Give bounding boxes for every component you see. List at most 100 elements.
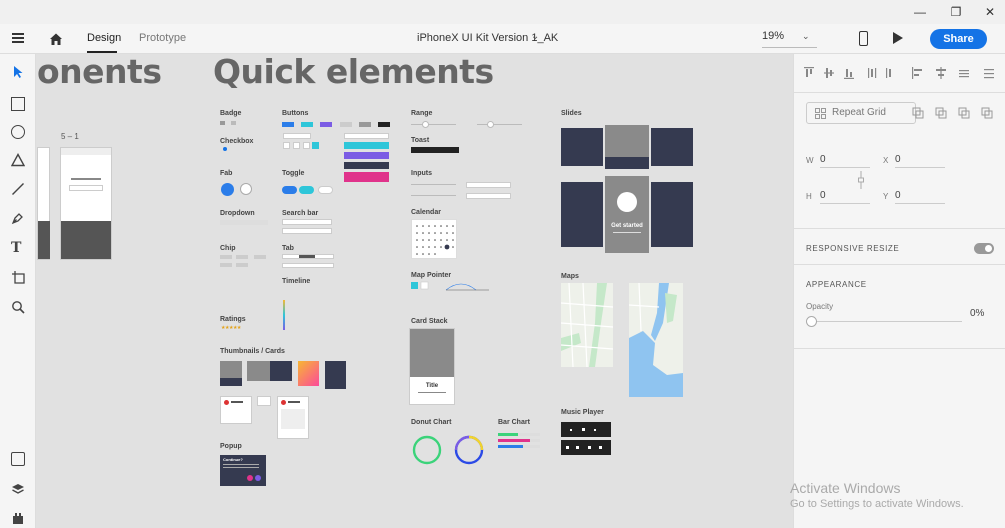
rectangle-tool-icon[interactable] bbox=[11, 97, 25, 111]
slide-get-started: Get started bbox=[611, 223, 643, 229]
pink-button bbox=[344, 175, 389, 182]
zoom-chevron-down-icon[interactable]: ⌄ bbox=[802, 31, 810, 42]
section-range: Range bbox=[411, 110, 433, 117]
range-track bbox=[411, 124, 456, 125]
slide-card-active[interactable]: Get started bbox=[605, 176, 649, 253]
line-tool-icon[interactable] bbox=[11, 182, 25, 196]
polygon-tool-icon[interactable] bbox=[11, 153, 25, 167]
section-timeline: Timeline bbox=[282, 278, 311, 285]
minimize-button[interactable]: — bbox=[912, 4, 928, 20]
section-toast: Toast bbox=[411, 137, 430, 144]
repeat-grid-button[interactable]: Repeat Grid bbox=[806, 102, 916, 124]
phone-artboard[interactable] bbox=[60, 147, 112, 260]
opacity-slider-track[interactable] bbox=[812, 321, 962, 322]
music-player-compact[interactable] bbox=[561, 422, 611, 437]
zoom-tool-icon[interactable] bbox=[11, 300, 25, 314]
thumbnail-card[interactable] bbox=[220, 361, 242, 386]
artboard-label: 5 – 1 bbox=[61, 132, 79, 141]
section-ratings: Ratings bbox=[220, 316, 246, 323]
section-buttons: Buttons bbox=[282, 110, 309, 117]
horizontal-align-icons[interactable] bbox=[912, 67, 996, 79]
opacity-slider-thumb[interactable] bbox=[806, 316, 817, 327]
button-swatches bbox=[282, 122, 392, 127]
mini-card[interactable] bbox=[257, 396, 271, 406]
badge-sample bbox=[231, 121, 236, 125]
section-calendar: Calendar bbox=[411, 209, 441, 216]
activate-windows-title: Activate Windows bbox=[790, 480, 901, 496]
opacity-value[interactable]: 0% bbox=[970, 308, 984, 319]
repeat-grid-icon bbox=[815, 108, 826, 119]
searchbar-sample bbox=[282, 228, 332, 234]
section-searchbar: Search bar bbox=[282, 210, 319, 217]
title-bar: — ❐ ✕ bbox=[0, 0, 1005, 24]
design-canvas[interactable]: onents Quick elements 5 – 1 Badge Checkb… bbox=[37, 54, 793, 528]
calendar-grid-icon bbox=[416, 225, 454, 255]
input-samples bbox=[411, 180, 511, 202]
toggle-on-sample bbox=[282, 186, 297, 194]
close-button[interactable]: ✕ bbox=[982, 4, 998, 20]
responsive-resize-toggle[interactable] bbox=[974, 243, 994, 254]
panel-divider bbox=[794, 228, 1005, 229]
donut-chart-multi-icon bbox=[454, 435, 484, 465]
section-bar-chart: Bar Chart bbox=[498, 419, 530, 426]
section-map-pointer: Map Pointer bbox=[411, 272, 452, 279]
maximize-button[interactable]: ❐ bbox=[948, 4, 964, 20]
slide-card[interactable] bbox=[651, 182, 693, 247]
select-arrow-icon[interactable] bbox=[11, 65, 25, 79]
pen-tool-icon[interactable] bbox=[11, 211, 25, 225]
components-title: onents bbox=[37, 54, 162, 91]
home-icon[interactable] bbox=[49, 32, 63, 46]
map-light-image[interactable] bbox=[561, 283, 613, 367]
tab-samples bbox=[282, 254, 334, 270]
outline-button bbox=[283, 133, 311, 139]
slide-thumb-active[interactable] bbox=[605, 125, 649, 169]
text-tool-icon[interactable]: T bbox=[11, 241, 25, 255]
card-title: Title bbox=[425, 383, 439, 389]
thumbnail-card[interactable] bbox=[247, 361, 292, 381]
section-inputs: Inputs bbox=[411, 170, 432, 177]
hamburger-menu-icon[interactable] bbox=[12, 33, 24, 43]
ratings-stars-icon: ★★★★★ bbox=[221, 325, 241, 331]
panel-divider bbox=[794, 92, 1005, 93]
y-field[interactable]: 0 bbox=[895, 190, 945, 204]
vertical-align-icons[interactable] bbox=[804, 67, 892, 79]
map-water-image[interactable] bbox=[629, 283, 683, 397]
music-player-expanded[interactable] bbox=[561, 440, 611, 455]
slide-thumb[interactable] bbox=[561, 128, 603, 166]
lock-aspect-icon[interactable] bbox=[857, 170, 865, 190]
width-field[interactable]: 0 bbox=[820, 154, 870, 168]
popup-dialog[interactable]: Continue? bbox=[220, 455, 266, 486]
ellipse-tool-icon[interactable] bbox=[11, 125, 25, 139]
section-badge: Badge bbox=[220, 110, 242, 117]
panel-divider bbox=[794, 348, 1005, 349]
tab-design[interactable]: Design bbox=[87, 32, 121, 44]
responsive-resize-heading: RESPONSIVE RESIZE bbox=[806, 244, 900, 253]
profile-card[interactable] bbox=[220, 396, 252, 424]
device-preview-icon[interactable] bbox=[859, 31, 868, 46]
artboard-tool-icon[interactable] bbox=[11, 270, 25, 284]
gradient-card[interactable] bbox=[298, 361, 319, 386]
tab-prototype[interactable]: Prototype bbox=[139, 32, 186, 44]
map-pointer-icon bbox=[411, 281, 489, 291]
bar-chart-sample bbox=[498, 433, 540, 453]
section-fab: Fab bbox=[220, 170, 233, 177]
slide-thumb[interactable] bbox=[651, 128, 693, 166]
chevron-down-icon[interactable]: ⌄ bbox=[531, 31, 539, 42]
slide-card[interactable] bbox=[561, 182, 603, 247]
panel-divider bbox=[794, 264, 1005, 265]
section-popup: Popup bbox=[220, 443, 242, 450]
phone-artboard-partial[interactable] bbox=[37, 147, 50, 260]
dark-card[interactable] bbox=[325, 361, 346, 389]
plugins-icon[interactable] bbox=[11, 511, 25, 525]
share-button[interactable]: Share bbox=[930, 29, 987, 49]
assets-panel-icon[interactable] bbox=[11, 452, 25, 466]
play-icon[interactable] bbox=[893, 32, 903, 44]
height-field[interactable]: 0 bbox=[820, 190, 870, 204]
checkbox-sample bbox=[223, 147, 227, 151]
card-stack-card[interactable]: Title bbox=[409, 328, 455, 405]
boolean-ops-icons[interactable] bbox=[912, 107, 996, 119]
range-thumb bbox=[422, 121, 429, 128]
x-field[interactable]: 0 bbox=[895, 154, 945, 168]
layers-icon[interactable] bbox=[11, 482, 25, 496]
profile-card-large[interactable] bbox=[277, 396, 309, 439]
